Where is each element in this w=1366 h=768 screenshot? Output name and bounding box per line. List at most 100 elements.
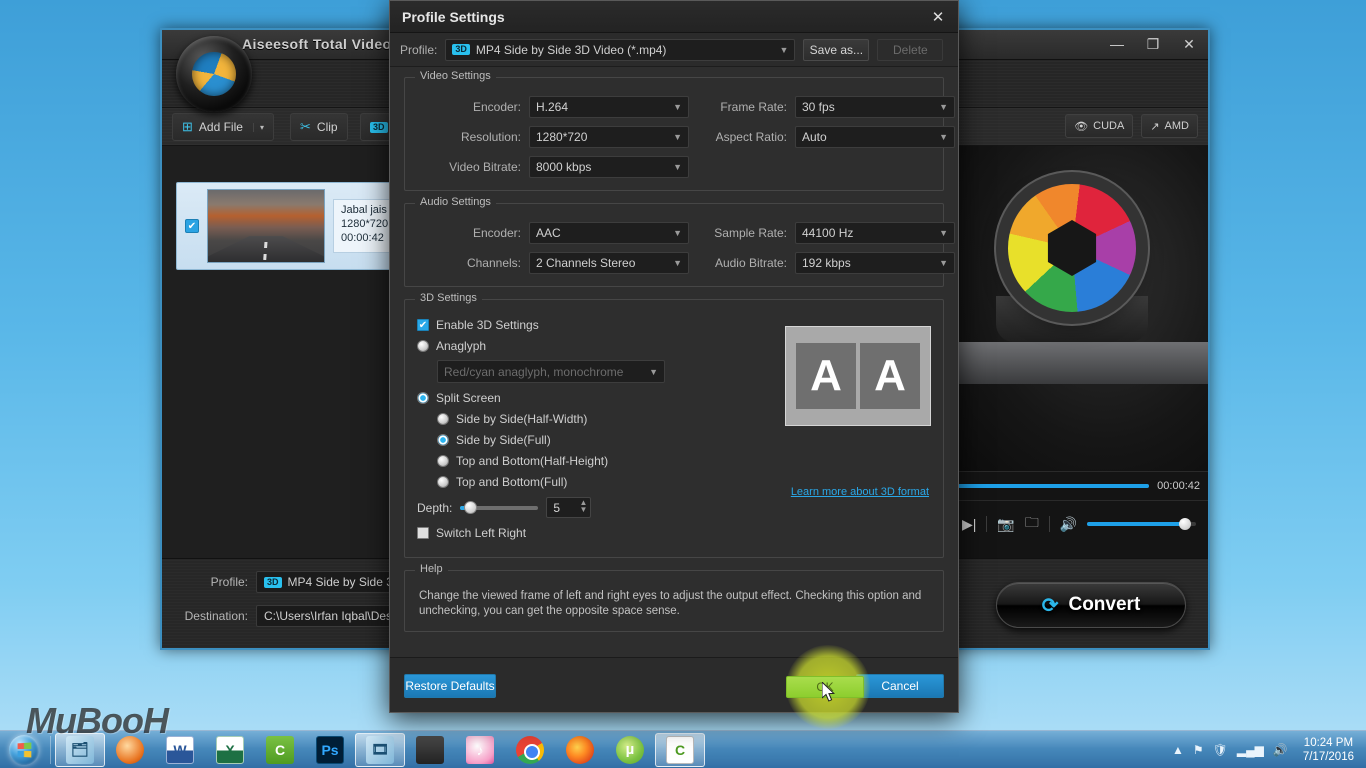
chevron-down-icon: ▼ bbox=[939, 132, 948, 142]
signal-icon[interactable]: ▂▄▆ bbox=[1237, 743, 1264, 757]
chevron-down-icon: ▼ bbox=[673, 258, 682, 268]
snapshot-icon[interactable]: 📷 bbox=[997, 516, 1014, 533]
watermark-text: MuBooH bbox=[26, 700, 169, 741]
help-text: Change the viewed frame of left and righ… bbox=[419, 590, 922, 617]
volume-slider[interactable] bbox=[1087, 518, 1196, 530]
depth-value: 5 bbox=[553, 500, 561, 515]
media-item-checkbox[interactable]: ✔ bbox=[185, 219, 199, 233]
cuda-button[interactable]: 👁 CUDA bbox=[1065, 114, 1134, 138]
depth-stepper[interactable]: 5 ▲ ▼ bbox=[546, 497, 592, 518]
audio-bitrate-value: 192 kbps bbox=[802, 256, 851, 270]
clip-button[interactable]: ✂ Clip bbox=[290, 113, 348, 141]
delete-button: Delete bbox=[877, 38, 944, 61]
side-by-side-half-width-label: Side by Side(Half-Width) bbox=[456, 412, 588, 426]
profile-settings-dialog: Profile Settings ✕ Profile: 3D MP4 Side … bbox=[389, 0, 959, 713]
taskbar-item-photoshop[interactable]: Ps bbox=[305, 733, 355, 767]
split-option-row[interactable]: Top and Bottom(Half-Height) bbox=[437, 454, 931, 468]
taskbar-item-utorrent[interactable]: µ bbox=[605, 733, 655, 767]
anaglyph-radio[interactable] bbox=[417, 340, 429, 352]
chevron-down-icon[interactable]: ▾ bbox=[252, 122, 264, 132]
seek-progress bbox=[958, 484, 1150, 488]
amd-button[interactable]: ↗ AMD bbox=[1141, 114, 1198, 138]
taskbar-item-camtasia[interactable]: C bbox=[255, 733, 305, 767]
side-by-side-half-width-radio[interactable] bbox=[437, 413, 449, 425]
taskbar-item-aiseesoft[interactable]: 🎞 bbox=[355, 732, 405, 767]
clock[interactable]: 10:24 PM 7/17/2016 bbox=[1297, 736, 1360, 764]
preview-shelf bbox=[950, 342, 1208, 384]
seek-slider[interactable] bbox=[958, 484, 1150, 488]
split-option-row[interactable]: Side by Side(Full) bbox=[437, 433, 931, 447]
network-flag-icon[interactable]: ⚑ bbox=[1193, 743, 1204, 757]
profile-dropdown[interactable]: 3D MP4 Side by Side 3D Video (*.mp4) ▼ bbox=[445, 38, 796, 61]
action-center-icon[interactable]: 🛡 bbox=[1213, 743, 1228, 757]
audio-encoder-dropdown[interactable]: AAC ▼ bbox=[529, 222, 689, 244]
minimize-button[interactable]: — bbox=[1106, 34, 1128, 54]
video-preview-area[interactable] bbox=[950, 146, 1208, 471]
resolution-dropdown[interactable]: 1280*720 ▼ bbox=[529, 126, 689, 148]
stepper-arrows-icon[interactable]: ▲ ▼ bbox=[579, 499, 587, 514]
convert-button[interactable]: ⟳ Convert bbox=[996, 582, 1186, 628]
frame-rate-dropdown[interactable]: 30 fps ▼ bbox=[795, 96, 955, 118]
video-bitrate-dropdown[interactable]: 8000 kbps ▼ bbox=[529, 156, 689, 178]
add-file-label: Add File bbox=[198, 120, 243, 134]
restore-defaults-button[interactable]: Restore Defaults bbox=[404, 674, 496, 698]
depth-slider-knob[interactable] bbox=[464, 500, 478, 514]
amd-icon: ↗ bbox=[1150, 120, 1160, 133]
top-and-bottom-full-radio[interactable] bbox=[437, 476, 449, 488]
top-and-bottom-half-height-radio[interactable] bbox=[437, 455, 449, 467]
depth-slider[interactable] bbox=[460, 500, 539, 514]
chevron-down-icon: ▼ bbox=[649, 366, 658, 377]
three-d-badge-icon: 3D bbox=[264, 576, 282, 588]
aspect-ratio-dropdown[interactable]: Auto ▼ bbox=[795, 126, 955, 148]
volume-icon[interactable]: 🔊 bbox=[1060, 516, 1077, 533]
video-settings-title: Video Settings bbox=[415, 70, 496, 82]
taskbar-item-projector[interactable] bbox=[405, 733, 455, 767]
audio-settings-grid: Encoder: AAC ▼ Sample Rate: 44100 Hz ▼ C… bbox=[405, 204, 955, 286]
close-button[interactable]: ✕ bbox=[1178, 34, 1200, 54]
cuda-icon: 👁 bbox=[1074, 120, 1089, 133]
chevron-down-icon: ▼ bbox=[673, 102, 682, 112]
aspect-ratio-value: Auto bbox=[802, 130, 827, 144]
taskbar-item-camtasia-studio[interactable]: C bbox=[655, 732, 705, 767]
playback-controls: ▶| 📷 🗀 🔊 bbox=[950, 502, 1208, 546]
taskbar-item-excel[interactable]: X bbox=[205, 733, 255, 767]
enable-3d-checkbox[interactable]: ✔ bbox=[417, 319, 429, 331]
learn-more-link[interactable]: Learn more about 3D format bbox=[791, 486, 929, 498]
close-icon[interactable]: ✕ bbox=[926, 6, 950, 28]
folder-icon[interactable]: 🗀 bbox=[1025, 512, 1039, 536]
profile-dropdown-value: MP4 Side by Side 3D Video (*.mp4) bbox=[475, 42, 667, 57]
next-frame-icon[interactable]: ▶| bbox=[962, 516, 976, 533]
app-logo-icon bbox=[176, 36, 252, 112]
show-hidden-icons-icon[interactable]: ▲ bbox=[1172, 743, 1184, 757]
app-title: Aiseesoft Total Video bbox=[242, 36, 392, 52]
video-encoder-dropdown[interactable]: H.264 ▼ bbox=[529, 96, 689, 118]
taskbar-item-chrome[interactable] bbox=[505, 733, 555, 767]
maximize-button[interactable]: ❐ bbox=[1142, 34, 1164, 54]
split-screen-radio[interactable] bbox=[417, 392, 429, 404]
video-settings-group: Video Settings Encoder: H.264 ▼ Frame Ra… bbox=[404, 70, 955, 191]
taskbar-item-itunes[interactable]: ♪ bbox=[455, 733, 505, 767]
dialog-titlebar: Profile Settings ✕ bbox=[390, 1, 958, 33]
volume-icon[interactable]: 🔊 bbox=[1273, 743, 1288, 757]
clock-date: 7/17/2016 bbox=[1302, 750, 1354, 763]
audio-bitrate-dropdown[interactable]: 192 kbps ▼ bbox=[795, 252, 955, 274]
switch-left-right-checkbox[interactable] bbox=[417, 527, 429, 539]
convert-label: Convert bbox=[1068, 594, 1141, 615]
side-by-side-full-radio[interactable] bbox=[437, 434, 449, 446]
switch-left-right-row[interactable]: Switch Left Right bbox=[417, 526, 931, 540]
sample-rate-dropdown[interactable]: 44100 Hz ▼ bbox=[795, 222, 955, 244]
taskbar-item-firefox[interactable] bbox=[555, 733, 605, 767]
help-group: Help Change the viewed frame of left and… bbox=[404, 563, 944, 632]
itunes-icon: ♪ bbox=[466, 735, 494, 764]
volume-knob[interactable] bbox=[1178, 518, 1191, 530]
save-as-button[interactable]: Save as... bbox=[803, 38, 870, 61]
cancel-button[interactable]: Cancel bbox=[856, 674, 944, 698]
add-file-button[interactable]: ⊞ Add File ▾ bbox=[172, 113, 274, 141]
three-d-settings-group: 3D Settings ✔ Enable 3D Settings Anaglyp… bbox=[404, 292, 944, 558]
split-screen-label: Split Screen bbox=[436, 391, 501, 405]
switch-left-right-label: Switch Left Right bbox=[436, 526, 527, 540]
word-icon: W bbox=[166, 735, 194, 764]
anaglyph-label: Anaglyph bbox=[436, 339, 487, 353]
channels-dropdown[interactable]: 2 Channels Stereo ▼ bbox=[529, 252, 689, 274]
depth-label: Depth: bbox=[417, 500, 453, 515]
